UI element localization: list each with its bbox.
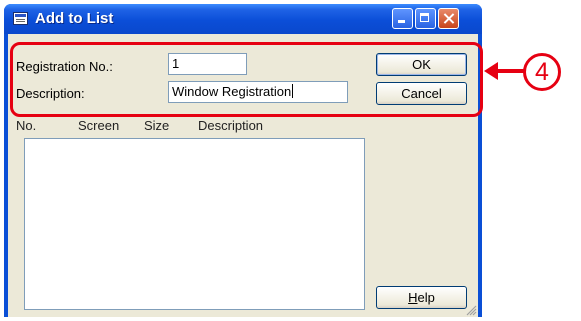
- title-bar[interactable]: Add to List: [4, 4, 482, 34]
- window-list-icon: [13, 12, 28, 25]
- help-accelerator: H: [408, 290, 418, 305]
- maximize-button[interactable]: [415, 8, 436, 29]
- annotation-arrow-head-icon: [484, 62, 498, 80]
- window-title: Add to List: [35, 10, 114, 27]
- column-header-screen[interactable]: Screen: [78, 118, 119, 133]
- resize-grip-icon[interactable]: [465, 304, 477, 316]
- annotation-highlight-box: [10, 42, 483, 117]
- minimize-button[interactable]: [392, 8, 413, 29]
- column-header-description[interactable]: Description: [198, 118, 263, 133]
- registration-list[interactable]: [24, 138, 365, 310]
- annotation-callout-number: 4: [523, 53, 561, 91]
- column-header-size[interactable]: Size: [144, 118, 169, 133]
- column-header-no[interactable]: No.: [16, 118, 36, 133]
- close-button[interactable]: [438, 8, 459, 29]
- help-label-rest: elp: [417, 290, 435, 305]
- help-button[interactable]: Help: [376, 286, 467, 309]
